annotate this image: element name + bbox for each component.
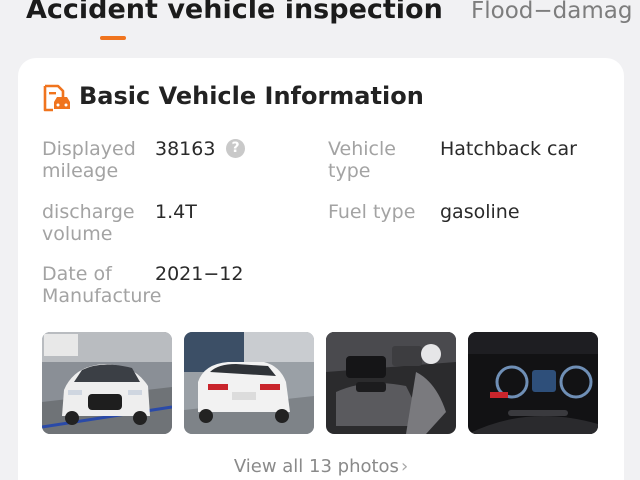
active-tab-indicator <box>100 36 126 40</box>
chevron-right-icon: › <box>400 456 409 477</box>
displacement-label: discharge volume <box>42 201 135 245</box>
inspection-tabs: Accident vehicle inspection Flood−damag <box>0 0 640 52</box>
vehicle-type-label: Vehicle type <box>328 138 396 182</box>
instrument-cluster-photo[interactable] <box>468 332 598 434</box>
mileage-value: 38163 <box>155 138 216 160</box>
tab-flood-damage[interactable]: Flood−damag <box>471 0 632 24</box>
help-icon[interactable]: ? <box>226 139 245 158</box>
rear-exterior-photo[interactable] <box>184 332 314 434</box>
interior-console-photo[interactable] <box>326 332 456 434</box>
fuel-type-value: gasoline <box>440 201 520 223</box>
basic-info-card: Basic Vehicle Information Displayed mile… <box>18 58 624 480</box>
displacement-value: 1.4T <box>155 201 197 223</box>
vehicle-document-icon <box>42 84 72 112</box>
card-title: Basic Vehicle Information <box>79 82 424 110</box>
view-all-photos-link[interactable]: View all 13 photos › <box>18 456 624 477</box>
front-exterior-photo[interactable] <box>42 332 172 434</box>
tab-accident-inspection[interactable]: Accident vehicle inspection <box>26 0 443 25</box>
fuel-type-label: Fuel type <box>328 201 416 223</box>
vehicle-type-value: Hatchback car <box>440 138 577 160</box>
manufacture-date-value: 2021−12 <box>155 263 244 285</box>
view-all-label: View all 13 photos <box>233 456 399 477</box>
mileage-label: Displayed mileage <box>42 138 136 182</box>
